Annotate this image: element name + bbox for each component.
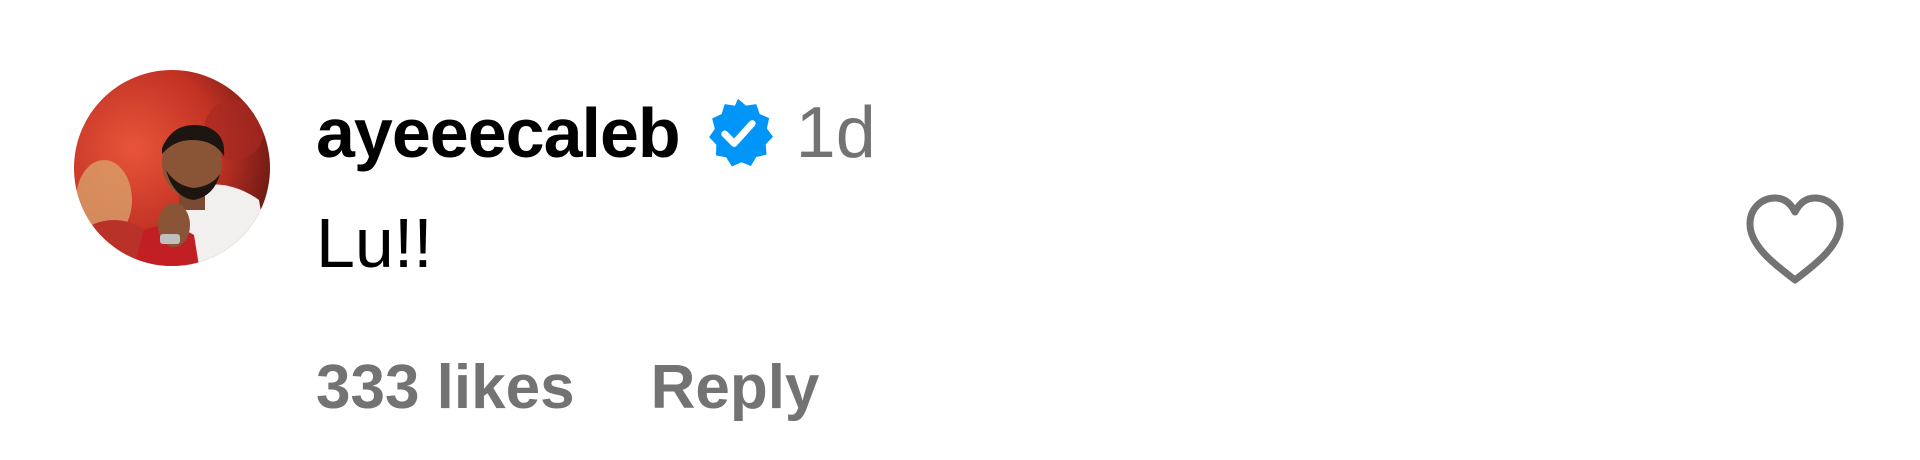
likes-count-button[interactable]: 333 likes bbox=[316, 348, 575, 428]
reply-button[interactable]: Reply bbox=[651, 348, 820, 428]
verified-badge-icon bbox=[700, 95, 776, 171]
heart-outline-icon bbox=[1746, 194, 1844, 284]
username-link[interactable]: ayeeecaleb bbox=[316, 88, 681, 178]
like-button[interactable] bbox=[1740, 190, 1850, 290]
comment-header: ayeeecaleb 1d bbox=[316, 88, 876, 178]
comment-footer: 333 likes Reply bbox=[316, 348, 819, 428]
avatar[interactable] bbox=[74, 70, 270, 266]
comment-item: ayeeecaleb 1d Lu!! 333 likes Reply bbox=[0, 0, 1920, 460]
timestamp[interactable]: 1d bbox=[796, 88, 876, 178]
comment-text: Lu!! bbox=[316, 204, 433, 282]
